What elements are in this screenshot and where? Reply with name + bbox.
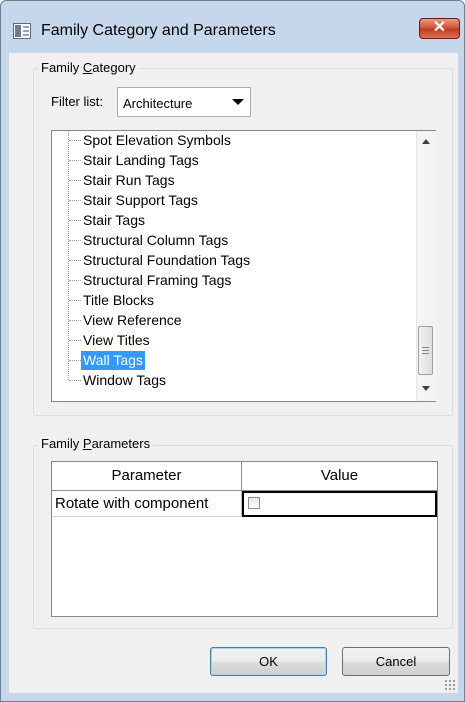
- app-icon: [13, 23, 31, 39]
- tree-item-label: Stair Support Tags: [83, 192, 198, 208]
- column-header-parameter[interactable]: Parameter: [52, 462, 242, 491]
- close-button[interactable]: ✕: [419, 18, 460, 39]
- tree-vertical-scrollbar[interactable]: [416, 131, 436, 401]
- tree-item-label: Window Tags: [83, 372, 167, 388]
- tree-branch-line: [69, 200, 81, 201]
- tree-item[interactable]: View Reference: [52, 311, 412, 331]
- tree-item[interactable]: Title Blocks: [52, 291, 412, 311]
- tree-item-label: Wall Tags: [81, 351, 145, 370]
- resize-grip-icon[interactable]: [444, 679, 456, 691]
- parameter-value-cell[interactable]: [242, 491, 437, 517]
- dialog-window: Family Category and Parameters ✕ Family …: [0, 0, 465, 702]
- dialog-client-area: Family Category Filter list: Architectur…: [9, 53, 458, 693]
- tree-item[interactable]: Structural Framing Tags: [52, 271, 412, 291]
- thumb-grip-line: [422, 350, 429, 351]
- tree-item[interactable]: Spot Elevation Symbols: [52, 131, 412, 151]
- cancel-button[interactable]: Cancel: [342, 647, 450, 676]
- tree-item-label: Structural Framing Tags: [83, 272, 232, 288]
- scrollbar-thumb[interactable]: [418, 326, 433, 375]
- tree-branch-line: [69, 280, 81, 281]
- tree-item[interactable]: Structural Foundation Tags: [52, 251, 412, 271]
- tree-item[interactable]: Stair Landing Tags: [52, 151, 412, 171]
- close-icon: ✕: [432, 19, 447, 36]
- tree-item-label: View Reference: [83, 312, 182, 328]
- ok-button[interactable]: OK: [210, 647, 327, 676]
- tree-item-label: Stair Run Tags: [83, 172, 175, 188]
- tree-branch-line: [69, 340, 81, 341]
- tree-item-label: Spot Elevation Symbols: [83, 132, 231, 148]
- tree-item[interactable]: Wall Tags: [52, 351, 412, 371]
- tree-item-label: Stair Tags: [83, 212, 145, 228]
- tree-branch-line: [69, 300, 81, 301]
- family-category-tree[interactable]: Spot Elevation Symbols Stair Landing Tags…: [51, 130, 436, 402]
- tree-item-label: Stair Landing Tags: [83, 152, 199, 168]
- column-header-value[interactable]: Value: [242, 462, 437, 491]
- title-bar[interactable]: Family Category and Parameters ✕: [1, 1, 464, 53]
- tree-item[interactable]: Window Tags: [52, 371, 412, 391]
- thumb-grip-line: [422, 347, 429, 348]
- family-parameters-group-label: Family Parameters: [38, 436, 154, 451]
- tree-branch-line: [69, 160, 81, 161]
- filter-list-label: Filter list:: [51, 94, 103, 109]
- filter-list-dropdown[interactable]: Architecture: [117, 87, 251, 117]
- window-title: Family Category and Parameters: [41, 22, 276, 39]
- tree-branch-line: [69, 140, 81, 141]
- rotate-with-component-checkbox[interactable]: [248, 497, 260, 509]
- parameter-name-cell[interactable]: Rotate with component: [52, 491, 242, 517]
- tree-item[interactable]: View Titles: [52, 331, 412, 351]
- tree-item[interactable]: Stair Tags: [52, 211, 412, 231]
- scroll-up-arrow-icon[interactable]: [422, 139, 430, 144]
- parameters-grid: Parameter Value Rotate with component: [51, 461, 438, 617]
- tree-item[interactable]: Stair Support Tags: [52, 191, 412, 211]
- tree-branch-line: [69, 320, 81, 321]
- tree-branch-line: [69, 260, 81, 261]
- tree-item-label: Title Blocks: [83, 292, 155, 308]
- tree-item-label: Structural Column Tags: [83, 232, 229, 248]
- tree-branch-line: [69, 220, 81, 221]
- tree-branch-line: [69, 240, 81, 241]
- scroll-down-arrow-icon[interactable]: [422, 386, 430, 391]
- chevron-down-icon: [232, 99, 244, 105]
- tree-branch-line: [69, 180, 81, 181]
- thumb-grip-line: [422, 353, 429, 354]
- tree-branch-line: [69, 380, 81, 381]
- tree-item[interactable]: Structural Column Tags: [52, 231, 412, 251]
- tree-item-label: View Titles: [83, 332, 150, 348]
- family-category-group-label: Family Category: [38, 60, 139, 75]
- tree-item[interactable]: Stair Run Tags: [52, 171, 412, 191]
- tree-item-label: Structural Foundation Tags: [83, 252, 251, 268]
- tree-branch-line: [69, 360, 81, 361]
- filter-list-value: Architecture: [123, 96, 193, 111]
